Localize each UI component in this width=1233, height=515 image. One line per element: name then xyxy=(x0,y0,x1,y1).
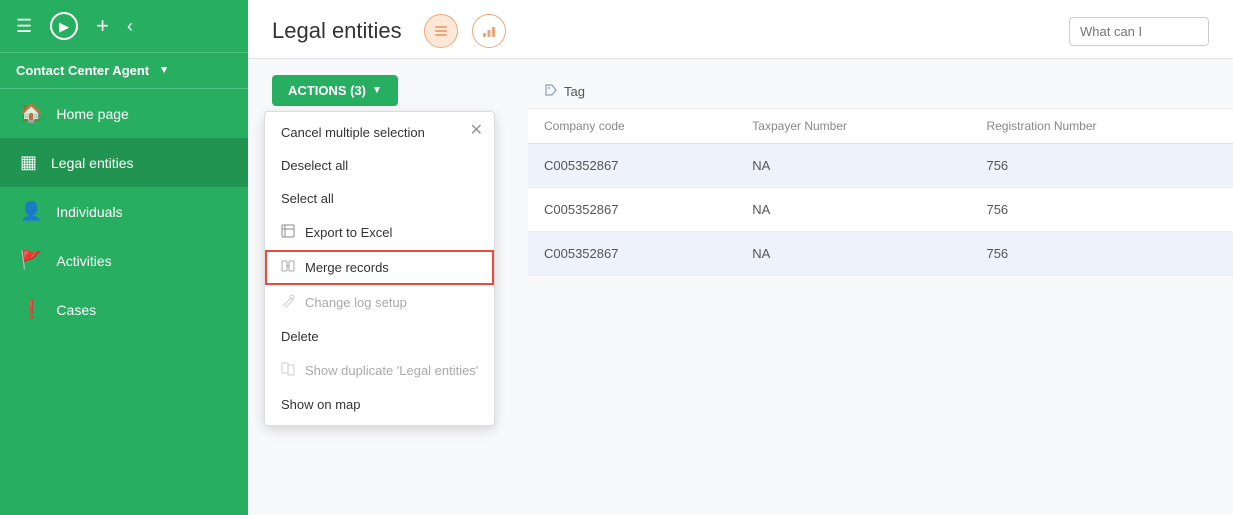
activities-icon: 🚩 xyxy=(20,250,42,271)
merge-records-label: Merge records xyxy=(305,260,389,275)
table-row[interactable]: C005352867 NA 756 xyxy=(528,144,1233,188)
back-icon[interactable]: ‹ xyxy=(127,17,133,35)
actions-label: ACTIONS (3) xyxy=(288,83,366,98)
chevron-down-icon: ▼ xyxy=(159,65,169,76)
cell-company-code: C005352867 xyxy=(528,232,736,276)
sidebar-top-bar: ☰ ▶ + ‹ xyxy=(0,0,248,53)
cases-icon: ❗ xyxy=(20,299,42,320)
show-duplicate-icon xyxy=(281,362,295,379)
delete-label: Delete xyxy=(281,329,319,344)
sidebar-item-label: Cases xyxy=(56,302,96,318)
cell-registration: 756 xyxy=(970,144,1233,188)
sidebar-item-label: Individuals xyxy=(56,204,122,220)
sidebar-item-home[interactable]: 🏠 Home page xyxy=(0,89,248,138)
actions-button[interactable]: ACTIONS (3) ▼ xyxy=(272,75,398,106)
dropdown-item-cancel-selection[interactable]: Cancel multiple selection xyxy=(265,116,494,149)
table-area: Tag Company code Taxpayer Number Registr… xyxy=(528,75,1233,515)
sidebar-item-activities[interactable]: 🚩 Activities xyxy=(0,236,248,285)
cell-taxpayer: NA xyxy=(736,232,970,276)
show-duplicate-label: Show duplicate 'Legal entities' xyxy=(305,363,478,378)
home-icon: 🏠 xyxy=(20,103,42,124)
sidebar-item-label: Home page xyxy=(56,106,128,122)
sidebar-item-label: Activities xyxy=(56,253,111,269)
play-icon[interactable]: ▶ xyxy=(50,12,78,40)
cancel-selection-label: Cancel multiple selection xyxy=(281,125,425,140)
chart-view-icon xyxy=(481,23,497,39)
dropdown-close-button[interactable]: ✕ xyxy=(466,120,486,140)
content-area: ACTIONS (3) ▼ ✕ Cancel multiple selectio… xyxy=(248,59,1233,515)
sidebar-item-legal-entities[interactable]: ▦ Legal entities xyxy=(0,138,248,187)
cell-registration: 756 xyxy=(970,188,1233,232)
dropdown-item-deselect-all[interactable]: Deselect all xyxy=(265,149,494,182)
export-excel-icon xyxy=(281,224,295,241)
actions-caret-icon: ▼ xyxy=(372,85,382,96)
dropdown-item-show-on-map[interactable]: Show on map xyxy=(265,388,494,421)
dropdown-item-merge-records[interactable]: Merge records xyxy=(265,250,494,285)
agent-selector[interactable]: Contact Center Agent ▼ xyxy=(0,53,248,89)
select-all-label: Select all xyxy=(281,191,334,206)
dropdown-item-select-all[interactable]: Select all xyxy=(265,182,494,215)
list-view-button[interactable] xyxy=(424,14,458,48)
cell-registration: 756 xyxy=(970,232,1233,276)
change-log-label: Change log setup xyxy=(305,295,407,310)
table-header-row: Company code Taxpayer Number Registratio… xyxy=(528,109,1233,144)
actions-dropdown-menu: ✕ Cancel multiple selection Deselect all… xyxy=(264,111,495,426)
table-row[interactable]: C005352867 NA 756 xyxy=(528,188,1233,232)
individuals-icon: 👤 xyxy=(20,201,42,222)
what-can-input[interactable] xyxy=(1069,17,1209,46)
deselect-all-label: Deselect all xyxy=(281,158,348,173)
legal-entities-icon: ▦ xyxy=(20,152,37,173)
dropdown-item-delete[interactable]: Delete xyxy=(265,320,494,353)
cell-company-code: C005352867 xyxy=(528,188,736,232)
table-row[interactable]: C005352867 NA 756 xyxy=(528,232,1233,276)
cell-taxpayer: NA xyxy=(736,144,970,188)
change-log-icon xyxy=(281,294,295,311)
agent-label: Contact Center Agent xyxy=(16,63,149,78)
sidebar-item-individuals[interactable]: 👤 Individuals xyxy=(0,187,248,236)
show-on-map-label: Show on map xyxy=(281,397,361,412)
cell-company-code: C005352867 xyxy=(528,144,736,188)
page-title: Legal entities xyxy=(272,18,402,44)
dropdown-item-show-duplicate: Show duplicate 'Legal entities' xyxy=(265,353,494,388)
sidebar-item-cases[interactable]: ❗ Cases xyxy=(0,285,248,334)
main-content: Legal entities ACTIONS (3) ▼ ✕ xyxy=(248,0,1233,515)
data-table: Company code Taxpayer Number Registratio… xyxy=(528,109,1233,276)
cell-taxpayer: NA xyxy=(736,188,970,232)
chart-view-button[interactable] xyxy=(472,14,506,48)
list-view-icon xyxy=(433,23,449,39)
dropdown-item-change-log: Change log setup xyxy=(265,285,494,320)
col-taxpayer: Taxpayer Number xyxy=(736,109,970,144)
col-company-code: Company code xyxy=(528,109,736,144)
col-registration: Registration Number xyxy=(970,109,1233,144)
menu-icon[interactable]: ☰ xyxy=(16,17,32,35)
dropdown-item-export-excel[interactable]: Export to Excel xyxy=(265,215,494,250)
tag-row: Tag xyxy=(528,75,1233,109)
merge-records-icon xyxy=(281,259,295,276)
plus-icon[interactable]: + xyxy=(96,15,109,37)
export-excel-label: Export to Excel xyxy=(305,225,392,240)
tag-label: Tag xyxy=(564,84,585,99)
sidebar-item-label: Legal entities xyxy=(51,155,134,171)
sidebar: ☰ ▶ + ‹ Contact Center Agent ▼ 🏠 Home pa… xyxy=(0,0,248,515)
main-header: Legal entities xyxy=(248,0,1233,59)
tag-icon xyxy=(544,83,558,100)
